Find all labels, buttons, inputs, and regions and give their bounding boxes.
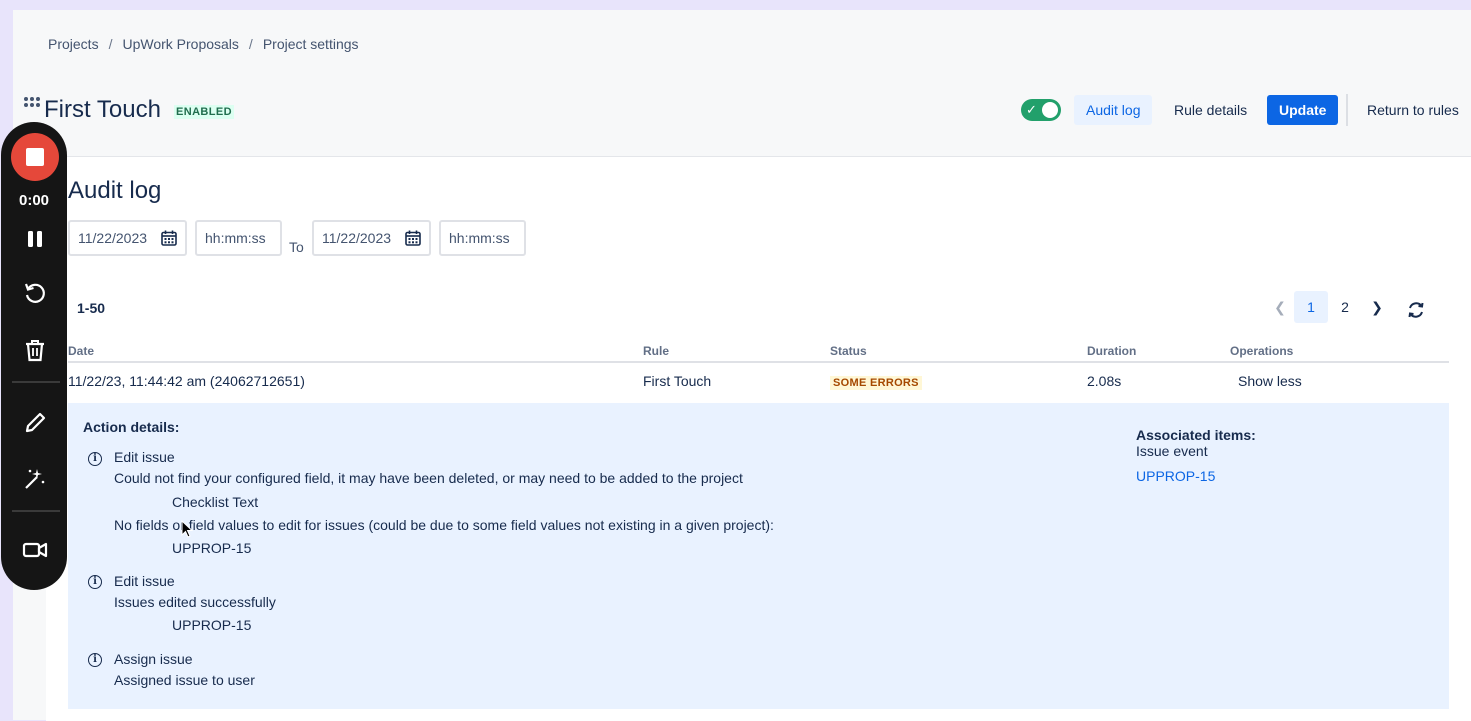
to-date-value: 11/22/2023 <box>322 230 392 246</box>
column-header-operations: Operations <box>1230 344 1294 358</box>
action-message: Assigned issue to user <box>114 672 255 688</box>
status-badge: ENABLED <box>174 105 234 119</box>
table-header-divider <box>68 361 1449 363</box>
audit-log-panel: Audit log 11/22/2023 hh:mm:ss To 11/22/2… <box>46 156 1471 721</box>
row-rule: First Touch <box>643 373 712 389</box>
breadcrumb-project[interactable]: UpWork Proposals <box>122 36 238 52</box>
header-divider <box>1346 94 1348 126</box>
chevron-left-icon[interactable]: ❮ <box>1266 291 1294 323</box>
column-header-duration[interactable]: Duration <box>1087 344 1136 358</box>
restart-icon[interactable] <box>22 280 48 306</box>
associated-items-title: Associated items: <box>1136 427 1256 443</box>
action-detail-value: Checklist Text <box>172 494 259 510</box>
associated-items-subtitle: Issue event <box>1136 443 1208 459</box>
breadcrumb-project-settings[interactable]: Project settings <box>263 36 359 52</box>
from-time-input[interactable]: hh:mm:ss <box>195 220 282 256</box>
stop-icon[interactable] <box>11 133 59 181</box>
recorder-divider <box>12 510 60 512</box>
info-icon: i <box>88 452 102 466</box>
column-header-rule[interactable]: Rule <box>643 344 669 358</box>
action-message: No fields or field values to edit for is… <box>114 517 774 533</box>
action-message: Issues edited successfully <box>114 594 276 610</box>
to-date-input[interactable]: 11/22/2023 <box>312 220 431 256</box>
check-icon: ✓ <box>1026 102 1037 117</box>
action-message: Could not find your configured field, it… <box>114 470 743 486</box>
audit-log-title: Audit log <box>68 177 162 204</box>
from-time-placeholder: hh:mm:ss <box>205 230 266 246</box>
row-duration: 2.08s <box>1087 373 1122 389</box>
camera-icon[interactable] <box>22 537 48 563</box>
pencil-icon[interactable] <box>22 410 48 436</box>
from-date-value: 11/22/2023 <box>78 230 148 246</box>
page-1-button[interactable]: 1 <box>1294 291 1328 323</box>
magic-wand-icon[interactable] <box>22 466 48 492</box>
to-time-placeholder: hh:mm:ss <box>449 230 510 246</box>
breadcrumb-separator: / <box>248 36 253 52</box>
action-details-panel: Action details: i Edit issue Could not f… <box>68 403 1449 709</box>
breadcrumb-projects[interactable]: Projects <box>48 36 99 52</box>
column-header-status[interactable]: Status <box>830 344 867 358</box>
breadcrumb-separator: / <box>108 36 113 52</box>
refresh-icon[interactable] <box>1406 300 1426 320</box>
recorder-divider <box>12 381 60 383</box>
rule-details-button[interactable]: Rule details <box>1162 95 1259 125</box>
column-header-date[interactable]: Date <box>68 344 94 358</box>
result-range: 1-50 <box>77 300 106 316</box>
action-name: Edit issue <box>114 449 175 465</box>
action-detail-value: UPPROP-15 <box>172 617 252 633</box>
calendar-icon[interactable] <box>161 230 177 246</box>
info-icon: i <box>88 653 102 667</box>
page-2-button[interactable]: 2 <box>1331 291 1359 323</box>
recording-time: 0:00 <box>18 192 50 209</box>
action-name: Assign issue <box>114 651 193 667</box>
show-less-button[interactable]: Show less <box>1238 373 1302 389</box>
chevron-right-icon[interactable]: ❯ <box>1363 291 1391 323</box>
screen-recorder-toolbar: 0:00 <box>1 122 67 590</box>
grid-icon[interactable] <box>24 97 44 111</box>
audit-log-button[interactable]: Audit log <box>1074 95 1153 125</box>
pause-icon[interactable] <box>22 226 48 252</box>
action-detail-value: UPPROP-15 <box>172 540 252 556</box>
cursor-icon <box>181 520 193 538</box>
row-date: 11/22/23, 11:44:42 am (24062712651) <box>68 373 305 389</box>
toggle-knob <box>1042 102 1058 118</box>
rule-enabled-toggle[interactable]: ✓ <box>1021 99 1061 121</box>
action-details-title: Action details: <box>83 419 180 435</box>
action-name: Edit issue <box>114 573 175 589</box>
return-to-rules-button[interactable]: Return to rules <box>1355 95 1471 125</box>
to-time-input[interactable]: hh:mm:ss <box>439 220 526 256</box>
rule-title: First Touch <box>44 96 161 123</box>
info-icon: i <box>88 575 102 589</box>
trash-icon[interactable] <box>22 337 48 363</box>
to-label: To <box>289 239 304 255</box>
from-date-input[interactable]: 11/22/2023 <box>68 220 187 256</box>
calendar-icon[interactable] <box>405 230 421 246</box>
update-button[interactable]: Update <box>1267 95 1339 125</box>
associated-issue-link[interactable]: UPPROP-15 <box>1136 468 1215 484</box>
breadcrumb: Projects / UpWork Proposals / Project se… <box>48 36 359 52</box>
app-window: Projects / UpWork Proposals / Project se… <box>13 10 1471 721</box>
row-status-badge: SOME ERRORS <box>830 376 922 390</box>
